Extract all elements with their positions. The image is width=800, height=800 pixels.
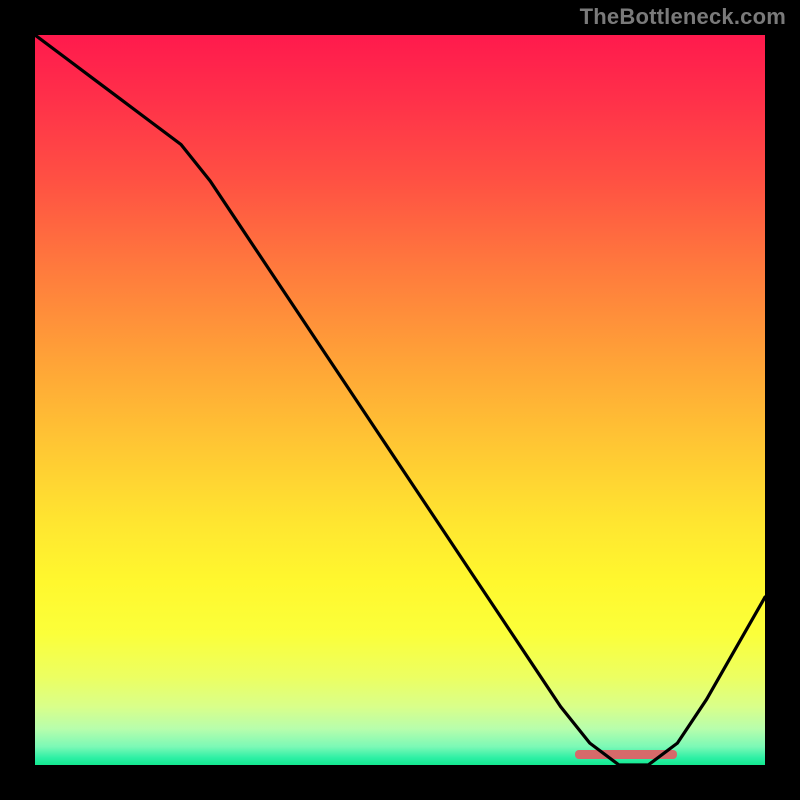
chart-container: TheBottleneck.com bbox=[0, 0, 800, 800]
plot-area bbox=[35, 35, 765, 765]
attribution-text: TheBottleneck.com bbox=[580, 4, 786, 30]
curve-line bbox=[35, 35, 765, 765]
